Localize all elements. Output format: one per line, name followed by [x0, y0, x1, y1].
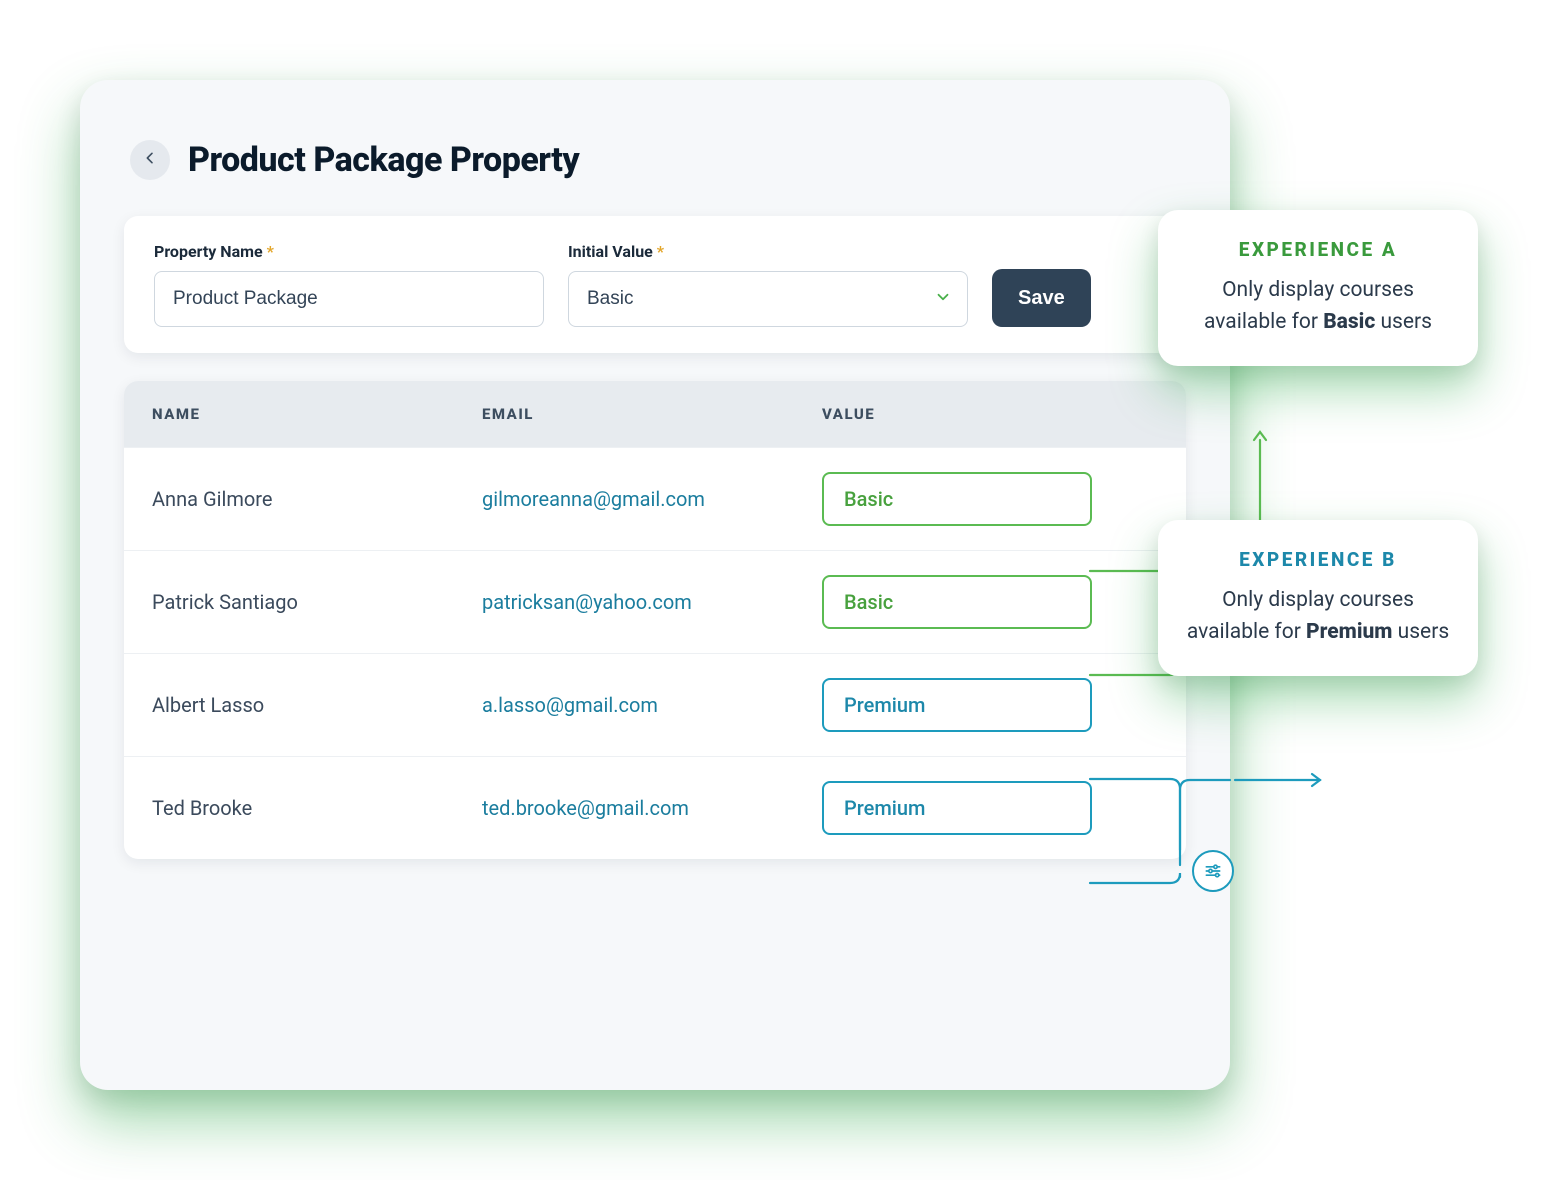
experience-a-body: Only display courses available for Basic… — [1184, 275, 1452, 338]
back-button[interactable] — [130, 140, 170, 180]
value-pill[interactable]: Premium — [822, 781, 1092, 835]
cell-value: Premium — [822, 678, 1158, 732]
cell-name: Albert Lasso — [152, 693, 482, 717]
initial-value-label-text: Initial Value — [568, 242, 653, 261]
experience-b-body: Only display courses available for Premi… — [1184, 585, 1452, 648]
save-button[interactable]: Save — [992, 269, 1091, 327]
property-name-field: Property Name* — [154, 242, 544, 327]
value-pill[interactable]: Premium — [822, 678, 1092, 732]
experience-a-title: EXPERIENCE A — [1184, 238, 1452, 261]
col-value: VALUE — [822, 405, 1158, 423]
page-title: Product Package Property — [188, 140, 579, 180]
cell-email[interactable]: gilmoreanna@gmail.com — [482, 487, 822, 511]
value-pill[interactable]: Basic — [822, 472, 1092, 526]
arrow-left-icon — [142, 150, 158, 170]
property-name-label: Property Name* — [154, 242, 544, 261]
cell-email[interactable]: ted.brooke@gmail.com — [482, 796, 822, 820]
cell-value: Premium — [822, 781, 1158, 835]
table-row: Ted Brooketed.brooke@gmail.comPremium — [124, 756, 1186, 859]
users-table: NAME EMAIL VALUE Anna Gilmoregilmoreanna… — [124, 381, 1186, 859]
sliders-icon — [1192, 850, 1234, 892]
cell-email[interactable]: a.lasso@gmail.com — [482, 693, 822, 717]
panel-header: Product Package Property — [130, 140, 1186, 180]
cell-value: Basic — [822, 575, 1158, 629]
initial-value-label: Initial Value* — [568, 242, 968, 261]
property-form: Property Name* Initial Value* Save — [124, 216, 1186, 353]
initial-value-field: Initial Value* — [568, 242, 968, 327]
cell-name: Patrick Santiago — [152, 590, 482, 614]
cell-email[interactable]: patricksan@yahoo.com — [482, 590, 822, 614]
required-marker: * — [267, 242, 274, 261]
required-marker: * — [657, 242, 664, 261]
experience-a-card: EXPERIENCE A Only display courses availa… — [1158, 210, 1478, 366]
table-row: Albert Lassoa.lasso@gmail.comPremium — [124, 653, 1186, 756]
property-name-label-text: Property Name — [154, 242, 263, 261]
table-row: Patrick Santiagopatricksan@yahoo.comBasi… — [124, 550, 1186, 653]
col-name: NAME — [152, 405, 482, 423]
cell-name: Anna Gilmore — [152, 487, 482, 511]
property-panel: Product Package Property Property Name* … — [80, 80, 1230, 1090]
initial-value-select[interactable] — [568, 271, 968, 327]
table-header: NAME EMAIL VALUE — [124, 381, 1186, 447]
experience-b-card: EXPERIENCE B Only display courses availa… — [1158, 520, 1478, 676]
experience-b-title: EXPERIENCE B — [1184, 548, 1452, 571]
col-email: EMAIL — [482, 405, 822, 423]
cell-value: Basic — [822, 472, 1158, 526]
value-pill[interactable]: Basic — [822, 575, 1092, 629]
table-row: Anna Gilmoregilmoreanna@gmail.comBasic — [124, 447, 1186, 550]
property-name-input[interactable] — [154, 271, 544, 327]
cell-name: Ted Brooke — [152, 796, 482, 820]
